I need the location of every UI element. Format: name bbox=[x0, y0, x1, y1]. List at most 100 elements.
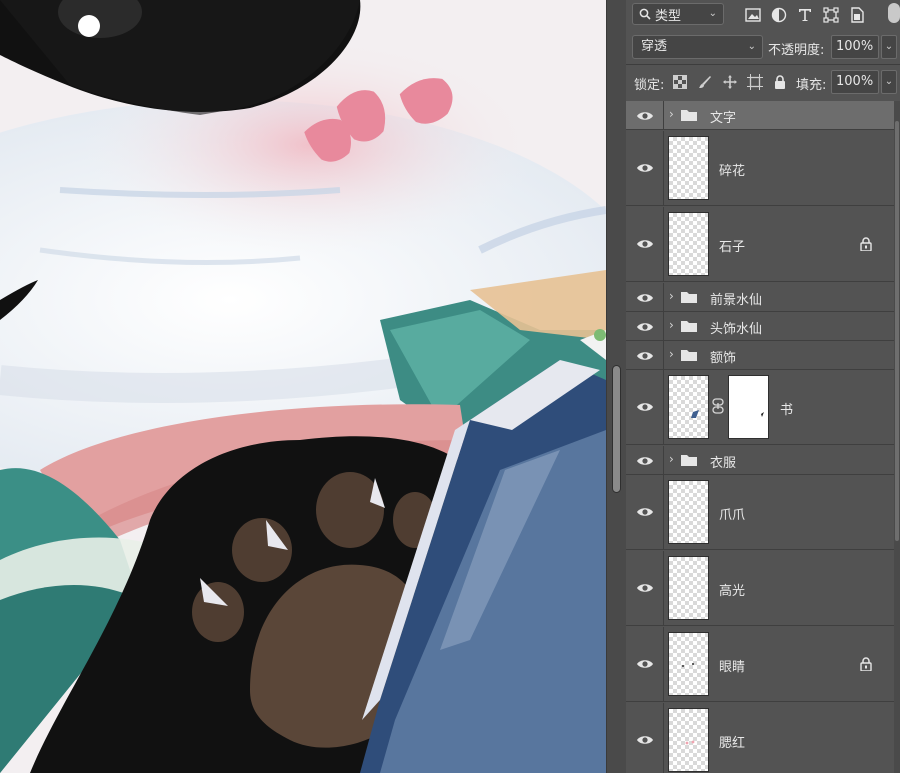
fill-dropdown-button[interactable]: ⌄ bbox=[881, 70, 897, 94]
opacity-input[interactable]: 100% bbox=[831, 35, 879, 59]
layer-row-book[interactable]: 书 bbox=[626, 370, 894, 445]
chevron-down-icon: ⌄ bbox=[708, 8, 717, 19]
layer-row-foreground-daffodils-group[interactable]: › 前景水仙 bbox=[626, 283, 894, 312]
folder-icon bbox=[681, 321, 697, 332]
layer-name: 石子 bbox=[719, 240, 746, 255]
layer-row-highlights[interactable]: 高光 bbox=[626, 551, 894, 626]
layer-row-stones[interactable]: 石子 bbox=[626, 207, 894, 282]
visibility-eye-icon[interactable] bbox=[636, 350, 654, 362]
layer-thumbnail bbox=[668, 136, 709, 200]
adjustment-filter-icon[interactable] bbox=[770, 6, 788, 24]
layer-thumbnail bbox=[668, 556, 709, 620]
fill-label: 填充: bbox=[796, 78, 827, 93]
layer-row-headwear-daffodils-group[interactable]: › 头饰水仙 bbox=[626, 312, 894, 341]
layer-thumbnail bbox=[668, 480, 709, 544]
artwork bbox=[0, 0, 606, 773]
filter-type-label: 类型 bbox=[655, 8, 682, 24]
document-canvas[interactable] bbox=[0, 0, 606, 773]
expand-caret-icon[interactable]: › bbox=[669, 347, 674, 361]
divider bbox=[626, 64, 900, 65]
layer-name: 碎花 bbox=[719, 164, 746, 179]
expand-caret-icon[interactable]: › bbox=[669, 452, 674, 466]
lock-image-pixels-icon[interactable] bbox=[697, 74, 713, 90]
folder-icon bbox=[681, 110, 697, 121]
visibility-eye-icon[interactable] bbox=[636, 582, 654, 594]
folder-icon bbox=[681, 455, 697, 466]
layer-row-scattered-flowers[interactable]: 碎花 bbox=[626, 131, 894, 206]
visibility-eye-icon[interactable] bbox=[636, 110, 654, 122]
divider bbox=[663, 627, 664, 701]
visibility-eye-icon[interactable] bbox=[636, 321, 654, 333]
chevron-down-icon: ⌄ bbox=[747, 41, 756, 52]
layer-row-forehead-ornament-group[interactable]: › 额饰 bbox=[626, 341, 894, 370]
layer-name: 文字 bbox=[710, 111, 737, 126]
shape-filter-icon[interactable] bbox=[822, 6, 840, 24]
filter-toggle-switch[interactable] bbox=[888, 3, 900, 23]
layer-name: 前景水仙 bbox=[710, 293, 763, 308]
smart-object-filter-icon[interactable] bbox=[848, 6, 866, 24]
layer-filter-bar: 类型 ⌄ bbox=[626, 0, 900, 30]
layer-thumbnail bbox=[668, 212, 709, 276]
layer-list: › 文字 碎花 石子 › 前景水仙 › 头饰水仙 › 额饰 书 › 衣服 爪爪 … bbox=[626, 101, 894, 773]
blend-mode-select[interactable]: 穿透 ⌄ bbox=[632, 35, 763, 59]
visibility-eye-icon[interactable] bbox=[636, 734, 654, 746]
divider bbox=[663, 341, 664, 369]
layer-row-paws[interactable]: 爪爪 bbox=[626, 475, 894, 550]
layer-name: 书 bbox=[780, 403, 794, 418]
layer-thumbnail bbox=[668, 632, 709, 696]
visibility-eye-icon[interactable] bbox=[636, 292, 654, 304]
layers-scrollbar[interactable] bbox=[894, 101, 900, 773]
opacity-label: 不透明度: bbox=[768, 43, 825, 58]
layer-thumbnail bbox=[668, 708, 709, 772]
lock-label: 锁定: bbox=[634, 78, 665, 93]
divider bbox=[663, 703, 664, 773]
visibility-eye-icon[interactable] bbox=[636, 658, 654, 670]
filter-type-select[interactable]: 类型 ⌄ bbox=[632, 3, 724, 25]
divider bbox=[663, 101, 664, 129]
layer-name: 腮红 bbox=[719, 736, 746, 751]
image-filter-icon[interactable] bbox=[744, 6, 762, 24]
lock-fill-bar: 锁定: 填充: 100% ⌄ bbox=[626, 68, 900, 96]
visibility-eye-icon[interactable] bbox=[636, 401, 654, 413]
layer-row-text-group[interactable]: › 文字 bbox=[626, 101, 894, 130]
layer-name: 爪爪 bbox=[719, 508, 746, 523]
visibility-eye-icon[interactable] bbox=[636, 455, 654, 467]
lock-transparent-pixels-icon[interactable] bbox=[672, 74, 688, 90]
blend-opacity-bar: 穿透 ⌄ 不透明度: 100% ⌄ bbox=[626, 35, 900, 61]
layer-mask-thumbnail[interactable] bbox=[728, 375, 769, 439]
divider bbox=[663, 207, 664, 281]
layer-name: 眼睛 bbox=[719, 660, 746, 675]
divider bbox=[663, 551, 664, 625]
folder-icon bbox=[681, 292, 697, 303]
layer-lock-icon bbox=[860, 657, 872, 671]
divider bbox=[663, 131, 664, 205]
text-filter-icon[interactable] bbox=[796, 6, 814, 24]
layer-name: 头饰水仙 bbox=[710, 322, 763, 337]
fill-input[interactable]: 100% bbox=[831, 70, 879, 94]
layer-row-blush[interactable]: 腮红 bbox=[626, 703, 894, 773]
expand-caret-icon[interactable]: › bbox=[669, 107, 674, 121]
canvas-scroll-thumb[interactable] bbox=[612, 365, 621, 493]
lock-artboard-icon[interactable] bbox=[747, 74, 763, 90]
divider bbox=[663, 283, 664, 311]
expand-caret-icon[interactable]: › bbox=[669, 318, 674, 332]
expand-caret-icon[interactable]: › bbox=[669, 289, 674, 303]
visibility-eye-icon[interactable] bbox=[636, 506, 654, 518]
divider bbox=[663, 446, 664, 474]
mask-link-icon[interactable] bbox=[712, 398, 724, 414]
visibility-eye-icon[interactable] bbox=[636, 238, 654, 250]
opacity-dropdown-button[interactable]: ⌄ bbox=[881, 35, 897, 59]
layer-row-eyes[interactable]: 眼睛 bbox=[626, 627, 894, 702]
layers-panel: 类型 ⌄ 穿透 ⌄ 不透明度: 100% ⌄ 锁定: 填充: 100% ⌄ › … bbox=[626, 0, 900, 773]
lock-all-icon[interactable] bbox=[772, 74, 788, 90]
lock-position-icon[interactable] bbox=[722, 74, 738, 90]
visibility-eye-icon[interactable] bbox=[636, 162, 654, 174]
layer-row-clothes-group[interactable]: › 衣服 bbox=[626, 446, 894, 475]
layer-name: 额饰 bbox=[710, 351, 737, 366]
folder-icon bbox=[681, 350, 697, 361]
layer-thumbnail bbox=[668, 375, 709, 439]
layer-name: 衣服 bbox=[710, 456, 737, 471]
layer-lock-icon bbox=[860, 237, 872, 251]
layers-scroll-thumb[interactable] bbox=[895, 121, 899, 541]
canvas-vertical-scrollbar[interactable] bbox=[606, 0, 626, 773]
